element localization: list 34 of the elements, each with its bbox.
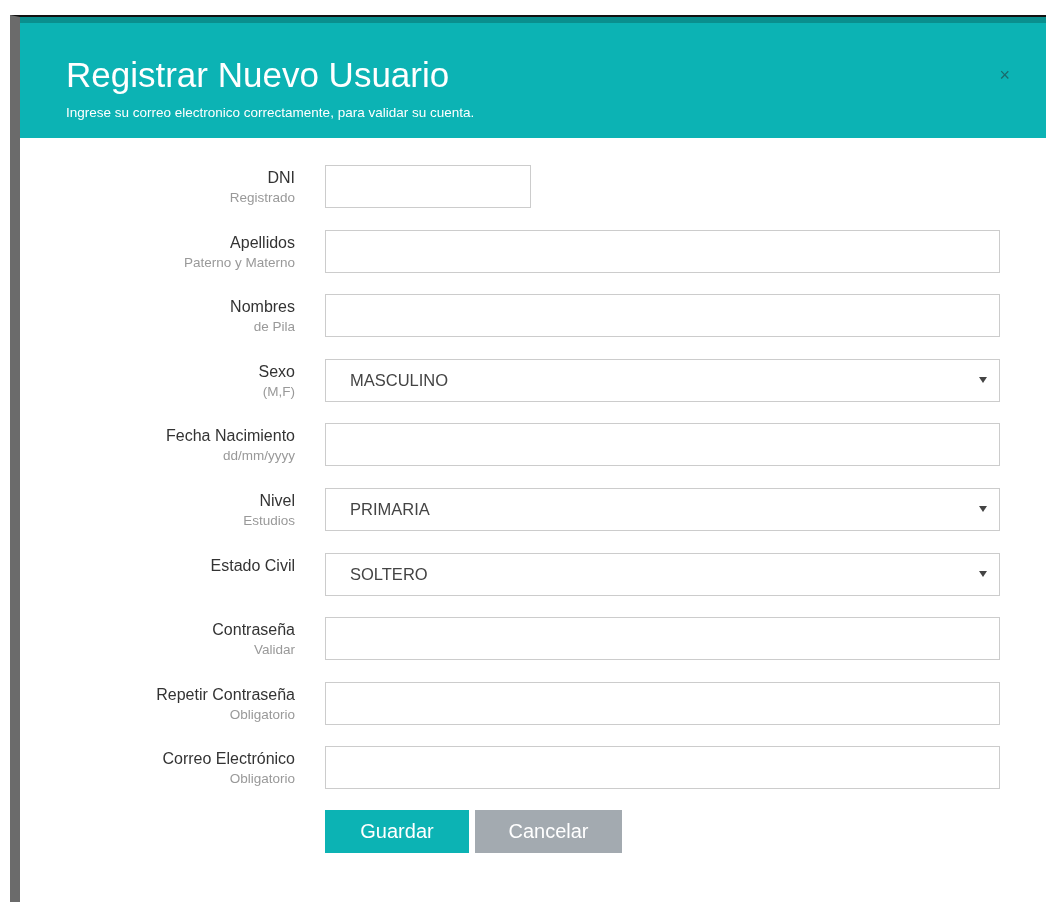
field-label: Apellidos [230, 232, 295, 253]
field-label: DNI [267, 168, 295, 188]
field-hint: dd/mm/yyyy [223, 447, 295, 466]
caret-icon [979, 571, 987, 578]
field-label: Correo Electrónico [162, 749, 295, 770]
field-label: Nombres [230, 297, 295, 318]
field-hint: Registrado [229, 189, 295, 207]
caret-icon [979, 377, 987, 384]
field-label: Estado Civil [210, 555, 295, 576]
field-hint: Obligatorio [229, 770, 295, 789]
field-hint: (M,F) [262, 382, 295, 401]
input-field[interactable] [325, 746, 1000, 790]
field-label: Repetir Contraseña [156, 684, 295, 705]
field-label: Nivel [259, 490, 295, 511]
field-hint: Validar [253, 641, 295, 660]
field-label: Fecha Nacimiento [166, 426, 295, 447]
input-field[interactable] [325, 229, 1000, 273]
dialog-title: Registrar Nuevo Usuario [66, 55, 451, 95]
field-hint: Obligatorio [229, 705, 295, 724]
field-label: Contraseña [212, 620, 295, 641]
field-label: Sexo [258, 361, 295, 382]
select-field[interactable]: PRIMARIA [325, 487, 1000, 531]
input-field[interactable] [325, 294, 1000, 338]
input-field[interactable] [325, 165, 531, 208]
field-hint: Estudios [243, 511, 295, 530]
input-field[interactable] [325, 617, 1000, 661]
input-field[interactable] [325, 423, 1000, 467]
select-field[interactable]: MASCULINO [325, 358, 1000, 402]
field-hint: Paterno y Materno [183, 253, 295, 272]
dialog-subtitle: Ingrese su correo electronico correctamente, para validar su cuenta. [66, 105, 475, 120]
caret-icon [979, 506, 987, 513]
input-field[interactable] [325, 681, 1000, 725]
select-field[interactable]: SOLTERO [325, 552, 1000, 596]
field-hint: de Pila [253, 318, 295, 337]
